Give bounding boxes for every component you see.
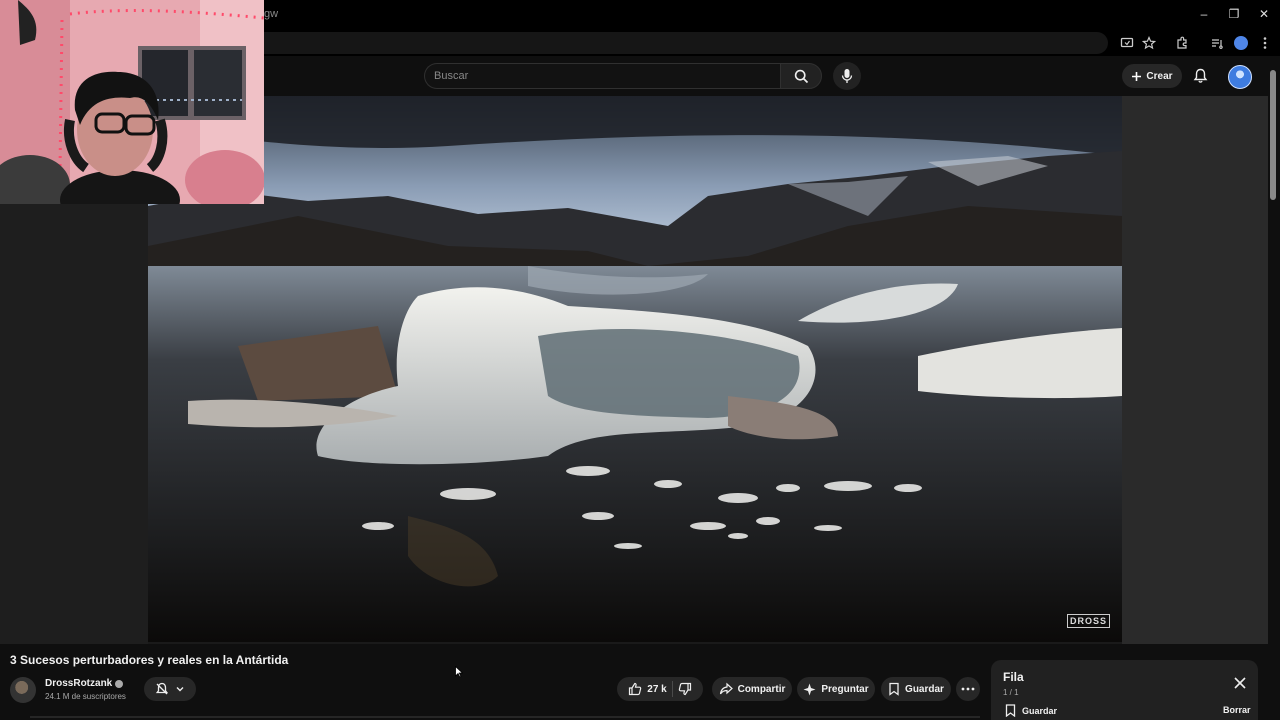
like-button[interactable]: 27 k xyxy=(628,682,667,696)
video-title: 3 Sucesos perturbadores y reales en la A… xyxy=(10,653,289,667)
related-strip xyxy=(30,716,980,718)
sparkle-icon xyxy=(803,683,816,695)
browser-profile-icon[interactable] xyxy=(1232,34,1250,52)
voice-search-button[interactable] xyxy=(833,62,861,90)
browser-menu-icon[interactable] xyxy=(1256,34,1274,52)
ask-button[interactable]: Preguntar xyxy=(797,677,875,701)
like-count: 27 k xyxy=(647,683,667,695)
channel-watermark[interactable]: DROSS xyxy=(1066,614,1110,628)
search-placeholder: Buscar xyxy=(434,70,469,82)
page-scrollbar[interactable] xyxy=(1270,70,1276,200)
media-controls-icon[interactable] xyxy=(1208,34,1226,52)
player-side-right xyxy=(1122,96,1268,644)
cast-icon[interactable] xyxy=(1118,34,1136,52)
save-button[interactable]: Guardar xyxy=(881,677,951,701)
thumbs-down-icon xyxy=(678,682,691,696)
mouse-cursor-icon xyxy=(455,665,464,683)
queue-count: 1 / 1 xyxy=(1003,688,1019,697)
dislike-button[interactable] xyxy=(678,682,692,696)
search-input[interactable] xyxy=(424,63,780,89)
streamer-webcam-image xyxy=(0,0,264,204)
bookmark-star-icon[interactable] xyxy=(1140,34,1158,52)
channel-name[interactable]: DrossRotzank xyxy=(45,678,112,689)
extensions-icon[interactable] xyxy=(1173,34,1191,52)
minimize-window-button[interactable]: – xyxy=(1194,4,1214,24)
ask-label: Preguntar xyxy=(821,683,869,695)
share-label: Compartir xyxy=(737,683,786,695)
share-button[interactable]: Compartir xyxy=(712,677,792,701)
subscriber-count: 24.1 M de suscriptores xyxy=(45,692,126,701)
search-button[interactable] xyxy=(780,63,822,89)
thumbs-up-icon xyxy=(629,682,642,696)
like-dislike-group: 27 k xyxy=(617,677,703,701)
queue-clear-button[interactable]: Borrar xyxy=(1223,705,1251,715)
channel-name-row[interactable]: DrossRotzank xyxy=(45,678,124,689)
save-label: Guardar xyxy=(905,683,944,695)
create-button-label: Crear xyxy=(1146,70,1173,82)
search-icon xyxy=(794,69,808,83)
bell-off-icon xyxy=(155,682,169,695)
account-avatar[interactable] xyxy=(1228,65,1252,89)
close-icon xyxy=(1234,677,1246,689)
webcam-overlay xyxy=(0,0,264,204)
close-window-button[interactable]: ✕ xyxy=(1254,4,1274,24)
subscription-notifications-button[interactable] xyxy=(144,677,196,701)
create-button[interactable]: Crear xyxy=(1122,64,1182,88)
share-icon xyxy=(719,682,733,695)
queue-close-button[interactable] xyxy=(1233,676,1247,690)
restore-window-button[interactable]: ❐ xyxy=(1224,4,1244,24)
chevron-down-icon xyxy=(176,687,184,692)
video-frame-antarctic-landscape xyxy=(148,96,1122,642)
queue-panel: Fila 1 / 1 Guardar Borrar xyxy=(991,660,1258,720)
queue-save-button[interactable]: Guardar xyxy=(1005,704,1057,717)
queue-save-label: Guardar xyxy=(1022,705,1058,716)
more-horizontal-icon xyxy=(961,687,975,691)
microphone-icon xyxy=(841,69,853,83)
plus-icon xyxy=(1132,71,1142,81)
more-actions-button[interactable] xyxy=(956,677,980,701)
queue-title: Fila xyxy=(1003,670,1024,684)
verified-badge-icon xyxy=(115,679,124,688)
like-dislike-divider xyxy=(671,681,673,697)
channel-avatar[interactable] xyxy=(10,677,36,703)
address-bar-text: gw xyxy=(264,8,279,20)
bookmark-icon xyxy=(889,682,899,696)
bookmark-icon xyxy=(1005,704,1016,717)
video-player[interactable]: DROSS xyxy=(148,96,1122,642)
bell-icon xyxy=(1193,68,1207,83)
notifications-button[interactable] xyxy=(1190,66,1210,86)
